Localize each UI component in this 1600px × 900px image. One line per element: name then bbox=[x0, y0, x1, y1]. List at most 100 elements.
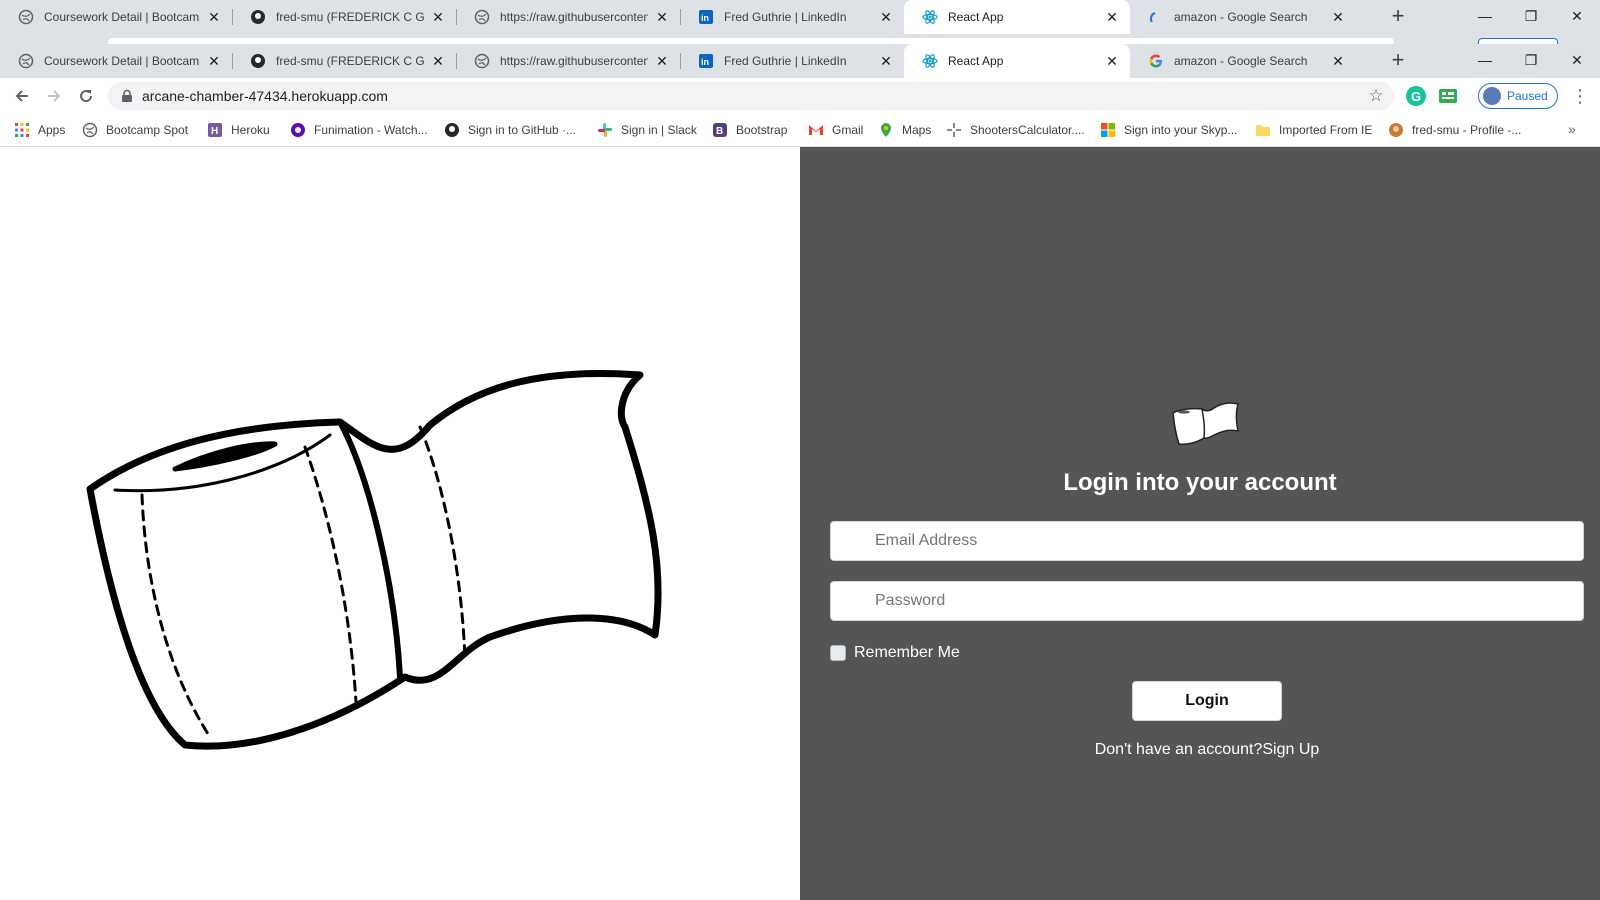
ghost-tab-5[interactable]: React App ✕ bbox=[904, 0, 1130, 34]
page-title: Login into your account bbox=[1063, 469, 1337, 496]
bookmark-label: Bootcamp Spot bbox=[106, 123, 189, 137]
tab-title: amazon - Google Search bbox=[1174, 54, 1308, 68]
bookmark-shooters-calculator[interactable]: ShootersCalculator.... bbox=[946, 122, 1085, 138]
signup-link[interactable]: Sign Up bbox=[1262, 741, 1319, 758]
folder-icon bbox=[1255, 122, 1271, 138]
maps-icon bbox=[878, 122, 894, 138]
signup-prompt: Don't have an account?Sign Up bbox=[800, 741, 1600, 759]
ghost-tab-6[interactable]: amazon - Google Search ✕ bbox=[1130, 0, 1356, 34]
bookmark-heroku[interactable]: H Heroku bbox=[207, 122, 270, 138]
bookmark-label: Sign in to GitHub ·... bbox=[468, 123, 577, 137]
bookmark-label: Gmail bbox=[832, 123, 864, 137]
tab-title: Coursework Detail | Bootcamp bbox=[44, 10, 200, 24]
login-panel: Login into your account Remember Me Logi… bbox=[800, 147, 1600, 900]
bootstrap-icon: B bbox=[712, 122, 728, 138]
tab-title: fred-smu (FREDERICK C GUTHR bbox=[276, 54, 424, 68]
screen-recorder-extension-icon[interactable] bbox=[1438, 86, 1458, 106]
address-bar[interactable]: arcane-chamber-47434.herokuapp.com ☆ bbox=[108, 82, 1394, 110]
bookmark-maps[interactable]: Maps bbox=[878, 122, 931, 138]
login-button[interactable]: Login bbox=[1132, 681, 1282, 721]
email-field[interactable] bbox=[830, 521, 1584, 561]
minimize-icon[interactable]: — bbox=[1462, 0, 1508, 32]
bookmark-bootstrap[interactable]: B Bootstrap bbox=[712, 122, 787, 138]
globe-icon bbox=[18, 53, 34, 69]
remember-me-checkbox[interactable]: Remember Me bbox=[830, 644, 960, 662]
new-tab-button[interactable]: + bbox=[1384, 3, 1412, 31]
tab-title: Fred Guthrie | LinkedIn bbox=[724, 54, 847, 68]
ghost-toolbar-fragment bbox=[0, 34, 1600, 44]
tab-strip: Coursework Detail | Bootcamp ✕ fred-smu … bbox=[0, 44, 1600, 78]
page-content: Login into your account Remember Me Logi… bbox=[0, 147, 1600, 900]
bookmark-label: Funimation - Watch... bbox=[314, 123, 428, 137]
funimation-icon bbox=[290, 122, 306, 138]
bookmark-label: Maps bbox=[902, 123, 932, 137]
globe-icon bbox=[474, 9, 490, 25]
close-icon[interactable]: ✕ bbox=[430, 53, 446, 69]
bookmark-fred-smu-profile[interactable]: fred-smu - Profile -... bbox=[1388, 122, 1521, 138]
tab-raw-github[interactable]: https://raw.githubusercontent. ✕ bbox=[456, 44, 680, 78]
bookmark-star-icon[interactable]: ☆ bbox=[1366, 86, 1386, 106]
react-icon bbox=[922, 9, 938, 25]
close-icon[interactable]: ✕ bbox=[878, 9, 894, 25]
globe-icon bbox=[18, 9, 34, 25]
bookmark-bootcamp-spot[interactable]: Bootcamp Spot bbox=[82, 122, 188, 138]
bookmark-funimation[interactable]: Funimation - Watch... bbox=[290, 122, 428, 138]
svg-text:in: in bbox=[701, 13, 709, 23]
window-close-icon[interactable]: ✕ bbox=[1554, 44, 1600, 76]
tab-title: fred-smu (FREDERICK C GUTHR bbox=[276, 10, 424, 24]
back-arrow-icon[interactable] bbox=[8, 82, 36, 110]
window-close-icon[interactable]: ✕ bbox=[1554, 0, 1600, 32]
close-icon[interactable]: ✕ bbox=[206, 53, 222, 69]
profile-button[interactable]: Paused bbox=[1478, 83, 1558, 109]
close-icon[interactable]: ✕ bbox=[654, 9, 670, 25]
close-icon[interactable]: ✕ bbox=[654, 53, 670, 69]
close-icon[interactable]: ✕ bbox=[878, 53, 894, 69]
bookmark-github-signin[interactable]: Sign in to GitHub ·... bbox=[444, 122, 576, 138]
tab-google-search[interactable]: amazon - Google Search ✕ bbox=[1130, 44, 1356, 78]
ghost-tab-4[interactable]: in Fred Guthrie | LinkedIn ✕ bbox=[680, 0, 904, 34]
lock-icon[interactable] bbox=[120, 89, 134, 103]
svg-text:B: B bbox=[716, 126, 723, 137]
tab-title: React App bbox=[948, 54, 1004, 68]
bookmark-skype[interactable]: Sign into your Skyp... bbox=[1100, 122, 1237, 138]
bookmarks-overflow-chevron-icon[interactable]: » bbox=[1568, 121, 1576, 137]
close-icon[interactable]: ✕ bbox=[206, 9, 222, 25]
react-icon bbox=[922, 53, 938, 69]
grammarly-extension-icon[interactable]: G bbox=[1406, 86, 1426, 106]
slack-icon bbox=[597, 122, 613, 138]
close-icon[interactable]: ✕ bbox=[430, 9, 446, 25]
avatar-icon bbox=[1388, 122, 1404, 138]
kebab-menu-icon[interactable]: ⋮ bbox=[1570, 86, 1590, 106]
ghost-tab-2[interactable]: fred-smu (FREDERICK C GUTHR ✕ bbox=[232, 0, 456, 34]
bookmark-label: Bootstrap bbox=[736, 123, 788, 137]
minimize-icon[interactable]: — bbox=[1462, 44, 1508, 76]
close-icon[interactable]: ✕ bbox=[1330, 9, 1346, 25]
ghost-tab-3[interactable]: https://raw.githubusercontent. ✕ bbox=[456, 0, 680, 34]
tab-linkedin[interactable]: in Fred Guthrie | LinkedIn ✕ bbox=[680, 44, 904, 78]
ghost-tab-1[interactable]: Coursework Detail | Bootcamp ✕ bbox=[0, 0, 232, 34]
gmail-icon bbox=[808, 122, 824, 138]
restore-icon[interactable]: ❐ bbox=[1508, 0, 1554, 32]
tab-github[interactable]: fred-smu (FREDERICK C GUTHR ✕ bbox=[232, 44, 456, 78]
bookmark-label: Imported From IE bbox=[1279, 123, 1373, 137]
checkbox-square[interactable] bbox=[830, 645, 846, 661]
signup-prompt-text: Don't have an account? bbox=[1094, 741, 1263, 758]
forward-arrow-icon[interactable] bbox=[40, 82, 68, 110]
close-icon[interactable]: ✕ bbox=[1104, 9, 1120, 25]
bookmark-slack[interactable]: Sign in | Slack bbox=[597, 122, 697, 138]
close-icon[interactable]: ✕ bbox=[1104, 53, 1120, 69]
close-icon[interactable]: ✕ bbox=[1330, 53, 1346, 69]
tab-react-app[interactable]: React App ✕ bbox=[904, 44, 1130, 78]
hero-illustration-pane bbox=[0, 147, 800, 900]
new-tab-button[interactable]: + bbox=[1384, 47, 1412, 75]
reload-icon[interactable] bbox=[72, 82, 100, 110]
bookmark-label: Apps bbox=[38, 123, 66, 137]
address-text: arcane-chamber-47434.herokuapp.com bbox=[142, 88, 388, 104]
tab-coursework[interactable]: Coursework Detail | Bootcamp ✕ bbox=[0, 44, 232, 78]
password-field[interactable] bbox=[830, 581, 1584, 621]
restore-icon[interactable]: ❐ bbox=[1508, 44, 1554, 76]
tab-title: React App bbox=[948, 10, 1004, 24]
bookmark-imported-ie[interactable]: Imported From IE bbox=[1255, 122, 1372, 138]
bookmark-apps[interactable]: Apps bbox=[14, 122, 65, 138]
bookmark-gmail[interactable]: Gmail bbox=[808, 122, 863, 138]
